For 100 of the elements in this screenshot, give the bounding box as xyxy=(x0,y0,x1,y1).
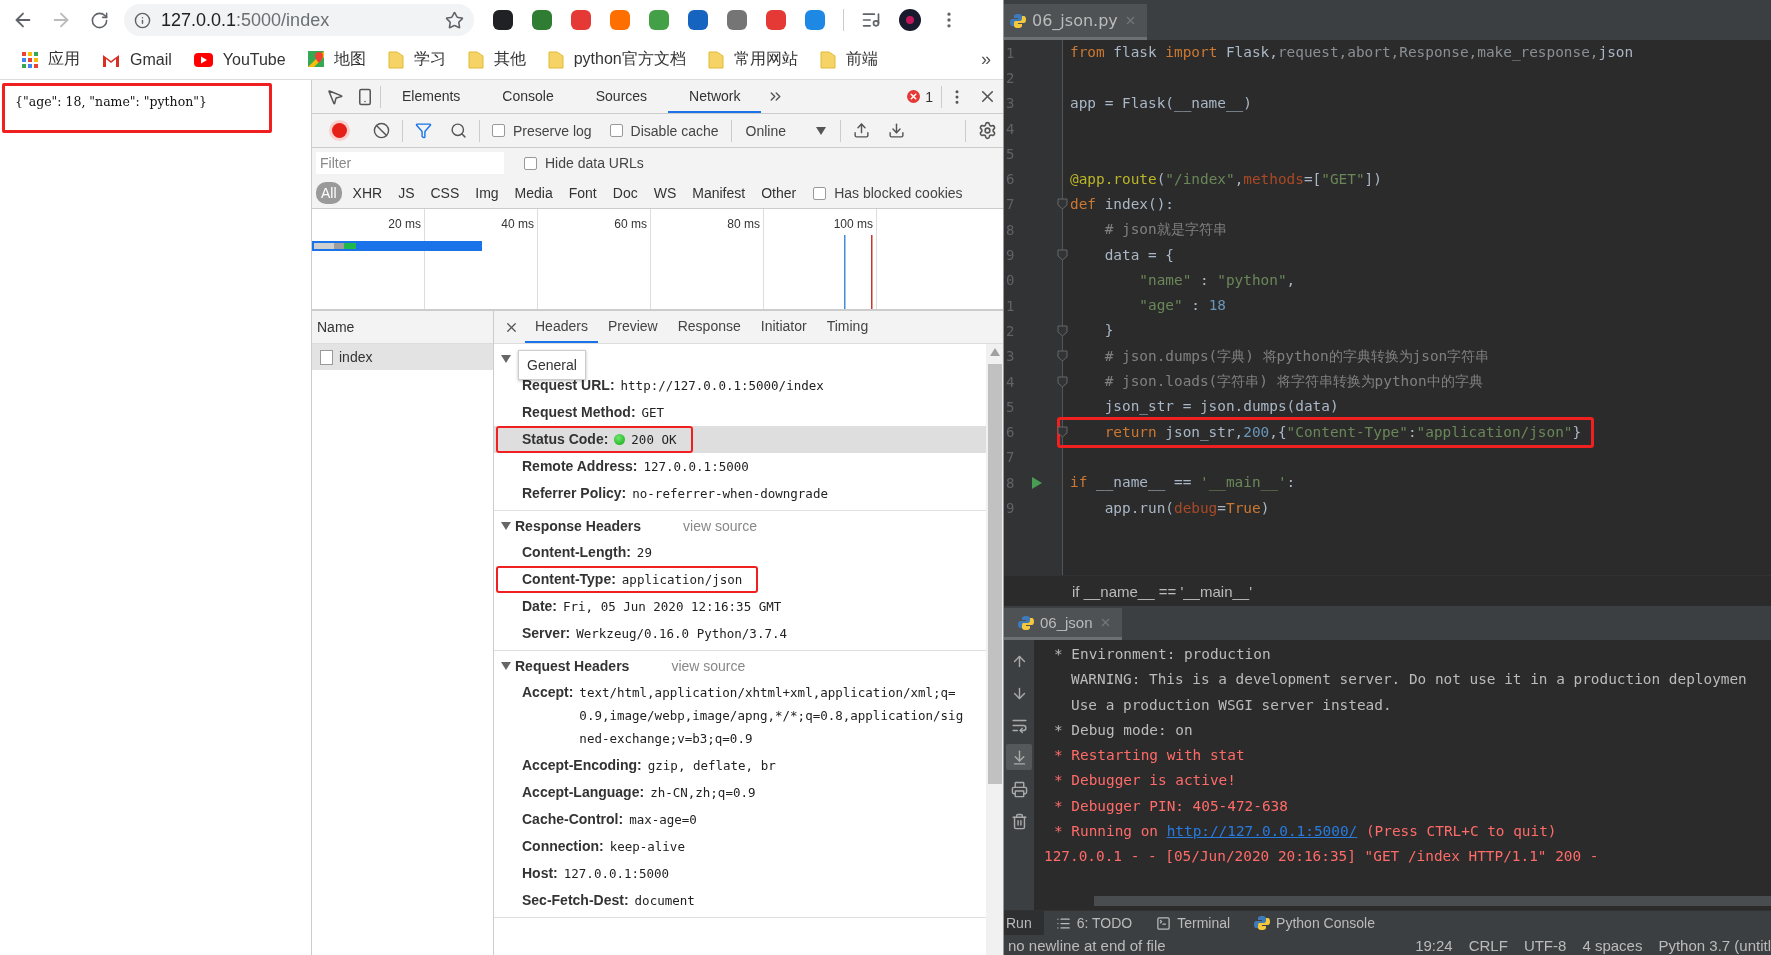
tool-window-button[interactable]: Run xyxy=(1004,911,1044,935)
scrollbar[interactable] xyxy=(986,344,1003,955)
status-item[interactable]: CRLF xyxy=(1468,936,1508,954)
status-dot xyxy=(614,434,626,445)
console-line: WARNING: This is a development server. Do not use it in a production deploymen xyxy=(1070,670,1748,690)
more-bookmarks[interactable]: » xyxy=(981,49,991,70)
run-icon[interactable] xyxy=(1031,475,1043,490)
bookmark-label[interactable]: 应用 xyxy=(48,49,80,70)
header-value: application/json xyxy=(621,571,743,589)
type-filter[interactable]: WS xyxy=(648,182,682,204)
detail-tab[interactable]: Timing xyxy=(816,311,879,343)
view-source-link[interactable]: view source xyxy=(683,518,757,534)
type-filter[interactable]: CSS xyxy=(425,182,465,204)
address-bar[interactable]: 127.0.0.1:5000/index xyxy=(124,4,474,36)
checkbox-label: Hide data URLs xyxy=(545,155,644,171)
avatar[interactable] xyxy=(898,8,922,32)
bookmark-label[interactable]: 常用网站 xyxy=(733,49,798,70)
extension-icon[interactable] xyxy=(492,9,514,31)
bookmark-label[interactable]: 前端 xyxy=(845,49,878,70)
header-name: Connection: xyxy=(522,837,604,856)
folder-icon xyxy=(467,50,484,69)
detail-tab[interactable]: Initiator xyxy=(750,311,817,343)
request-row[interactable]: index xyxy=(312,344,493,370)
star-icon[interactable] xyxy=(445,10,464,30)
caret-icon[interactable] xyxy=(989,348,1000,356)
column-header[interactable]: Name xyxy=(312,311,493,344)
type-filter[interactable]: XHR xyxy=(347,182,388,204)
devtools-tab[interactable]: Console xyxy=(481,80,575,113)
error-icon[interactable] xyxy=(907,90,921,103)
python-icon xyxy=(1254,915,1271,931)
bookmark-label[interactable]: 其他 xyxy=(493,49,526,70)
type-filter[interactable]: Font xyxy=(563,182,602,204)
tool-window-button[interactable]: 6: TODO xyxy=(1053,911,1145,935)
header-value: document xyxy=(634,892,695,910)
expanded-triangle-icon[interactable] xyxy=(501,662,511,670)
status-item[interactable]: UTF-8 xyxy=(1523,936,1567,954)
type-filter[interactable]: Manifest xyxy=(687,182,751,204)
devtools-tab[interactable]: Elements xyxy=(381,80,482,113)
checkbox[interactable] xyxy=(609,124,623,137)
fold-icon[interactable] xyxy=(1057,375,1068,388)
file-icon xyxy=(320,349,333,365)
request-name: index xyxy=(339,349,373,365)
view-source-link[interactable]: view source xyxy=(671,658,746,674)
header-name: Referrer Policy: xyxy=(522,484,627,503)
detail-tab[interactable]: Response xyxy=(667,311,751,343)
console-tool-button[interactable] xyxy=(1006,744,1032,770)
type-filter[interactable]: JS xyxy=(393,182,420,204)
fold-icon[interactable] xyxy=(1057,198,1068,211)
throttling-select[interactable]: Online xyxy=(737,122,834,139)
header-name: Content-Type: xyxy=(522,570,616,589)
status-item[interactable]: Python 3.7 (untitl xyxy=(1658,936,1771,954)
error-count[interactable]: 1 xyxy=(925,88,933,105)
media-icon[interactable] xyxy=(861,10,881,30)
detail-tab[interactable]: Headers xyxy=(525,311,598,343)
header-name: Accept-Language: xyxy=(522,783,645,802)
expanded-triangle-icon[interactable] xyxy=(501,355,511,363)
code-line: # json就是字符串 xyxy=(1103,221,1227,238)
devtools-tab[interactable]: Network xyxy=(668,80,762,113)
type-filter[interactable]: Img xyxy=(470,182,504,204)
section-title[interactable]: Request Headers xyxy=(515,658,630,674)
fold-icon[interactable] xyxy=(1057,324,1068,337)
status-item[interactable]: 19:24 xyxy=(1415,936,1453,954)
type-filter[interactable]: Other xyxy=(756,182,802,204)
type-filter[interactable]: Doc xyxy=(607,182,643,204)
header-value: GET xyxy=(641,404,665,422)
checkbox[interactable] xyxy=(524,156,537,170)
folder-icon xyxy=(547,50,564,69)
devtools-tab[interactable]: Sources xyxy=(574,80,669,113)
bookmark-label[interactable]: Gmail xyxy=(130,50,172,69)
editor-tab[interactable]: 06_json.py xyxy=(1004,4,1147,40)
bookmark-label[interactable]: 地图 xyxy=(333,49,366,70)
apps-grid-icon xyxy=(22,51,38,68)
tool-window-button[interactable]: Python Console xyxy=(1252,911,1387,935)
tool-window-button[interactable]: Terminal xyxy=(1154,911,1243,935)
section-title[interactable]: Response Headers xyxy=(515,518,642,534)
code-line: return json_str,200,{"Content-Type":"application/json"} xyxy=(1103,423,1582,440)
reload-icon[interactable] xyxy=(89,10,109,30)
fold-icon[interactable] xyxy=(1057,350,1068,363)
breadcrumb[interactable]: if __name__ == '__main__' xyxy=(1072,582,1253,600)
type-filter[interactable]: Media xyxy=(509,182,558,204)
tick-label: 100 ms xyxy=(833,217,873,231)
printer-icon xyxy=(1010,780,1028,798)
expanded-triangle-icon[interactable] xyxy=(501,522,511,530)
console-line: * Debugger PIN: 405-472-638 xyxy=(1053,796,1289,816)
fold-icon[interactable] xyxy=(1057,249,1068,261)
fold-icon[interactable] xyxy=(1057,426,1068,439)
code-line: "name" : "python", xyxy=(1138,271,1296,288)
bookmark-label[interactable]: YouTube xyxy=(222,50,286,69)
bookmark-label[interactable]: python官方文档 xyxy=(573,49,686,70)
filter-field[interactable]: Filter xyxy=(316,152,504,174)
header-name: Sec-Fetch-Dest: xyxy=(522,891,629,910)
checkbox-label: Has blocked cookies xyxy=(834,185,963,201)
status-item[interactable]: 4 spaces xyxy=(1582,936,1643,954)
bookmark-label[interactable]: 学习 xyxy=(413,49,446,70)
header-value: gzip, deflate, br xyxy=(647,757,776,775)
checkbox[interactable] xyxy=(492,124,505,137)
run-tab[interactable]: 06_json xyxy=(1004,608,1122,640)
detail-tab[interactable]: Preview xyxy=(597,311,668,343)
checkbox[interactable] xyxy=(813,186,827,200)
scrollbar[interactable] xyxy=(1094,896,1771,906)
